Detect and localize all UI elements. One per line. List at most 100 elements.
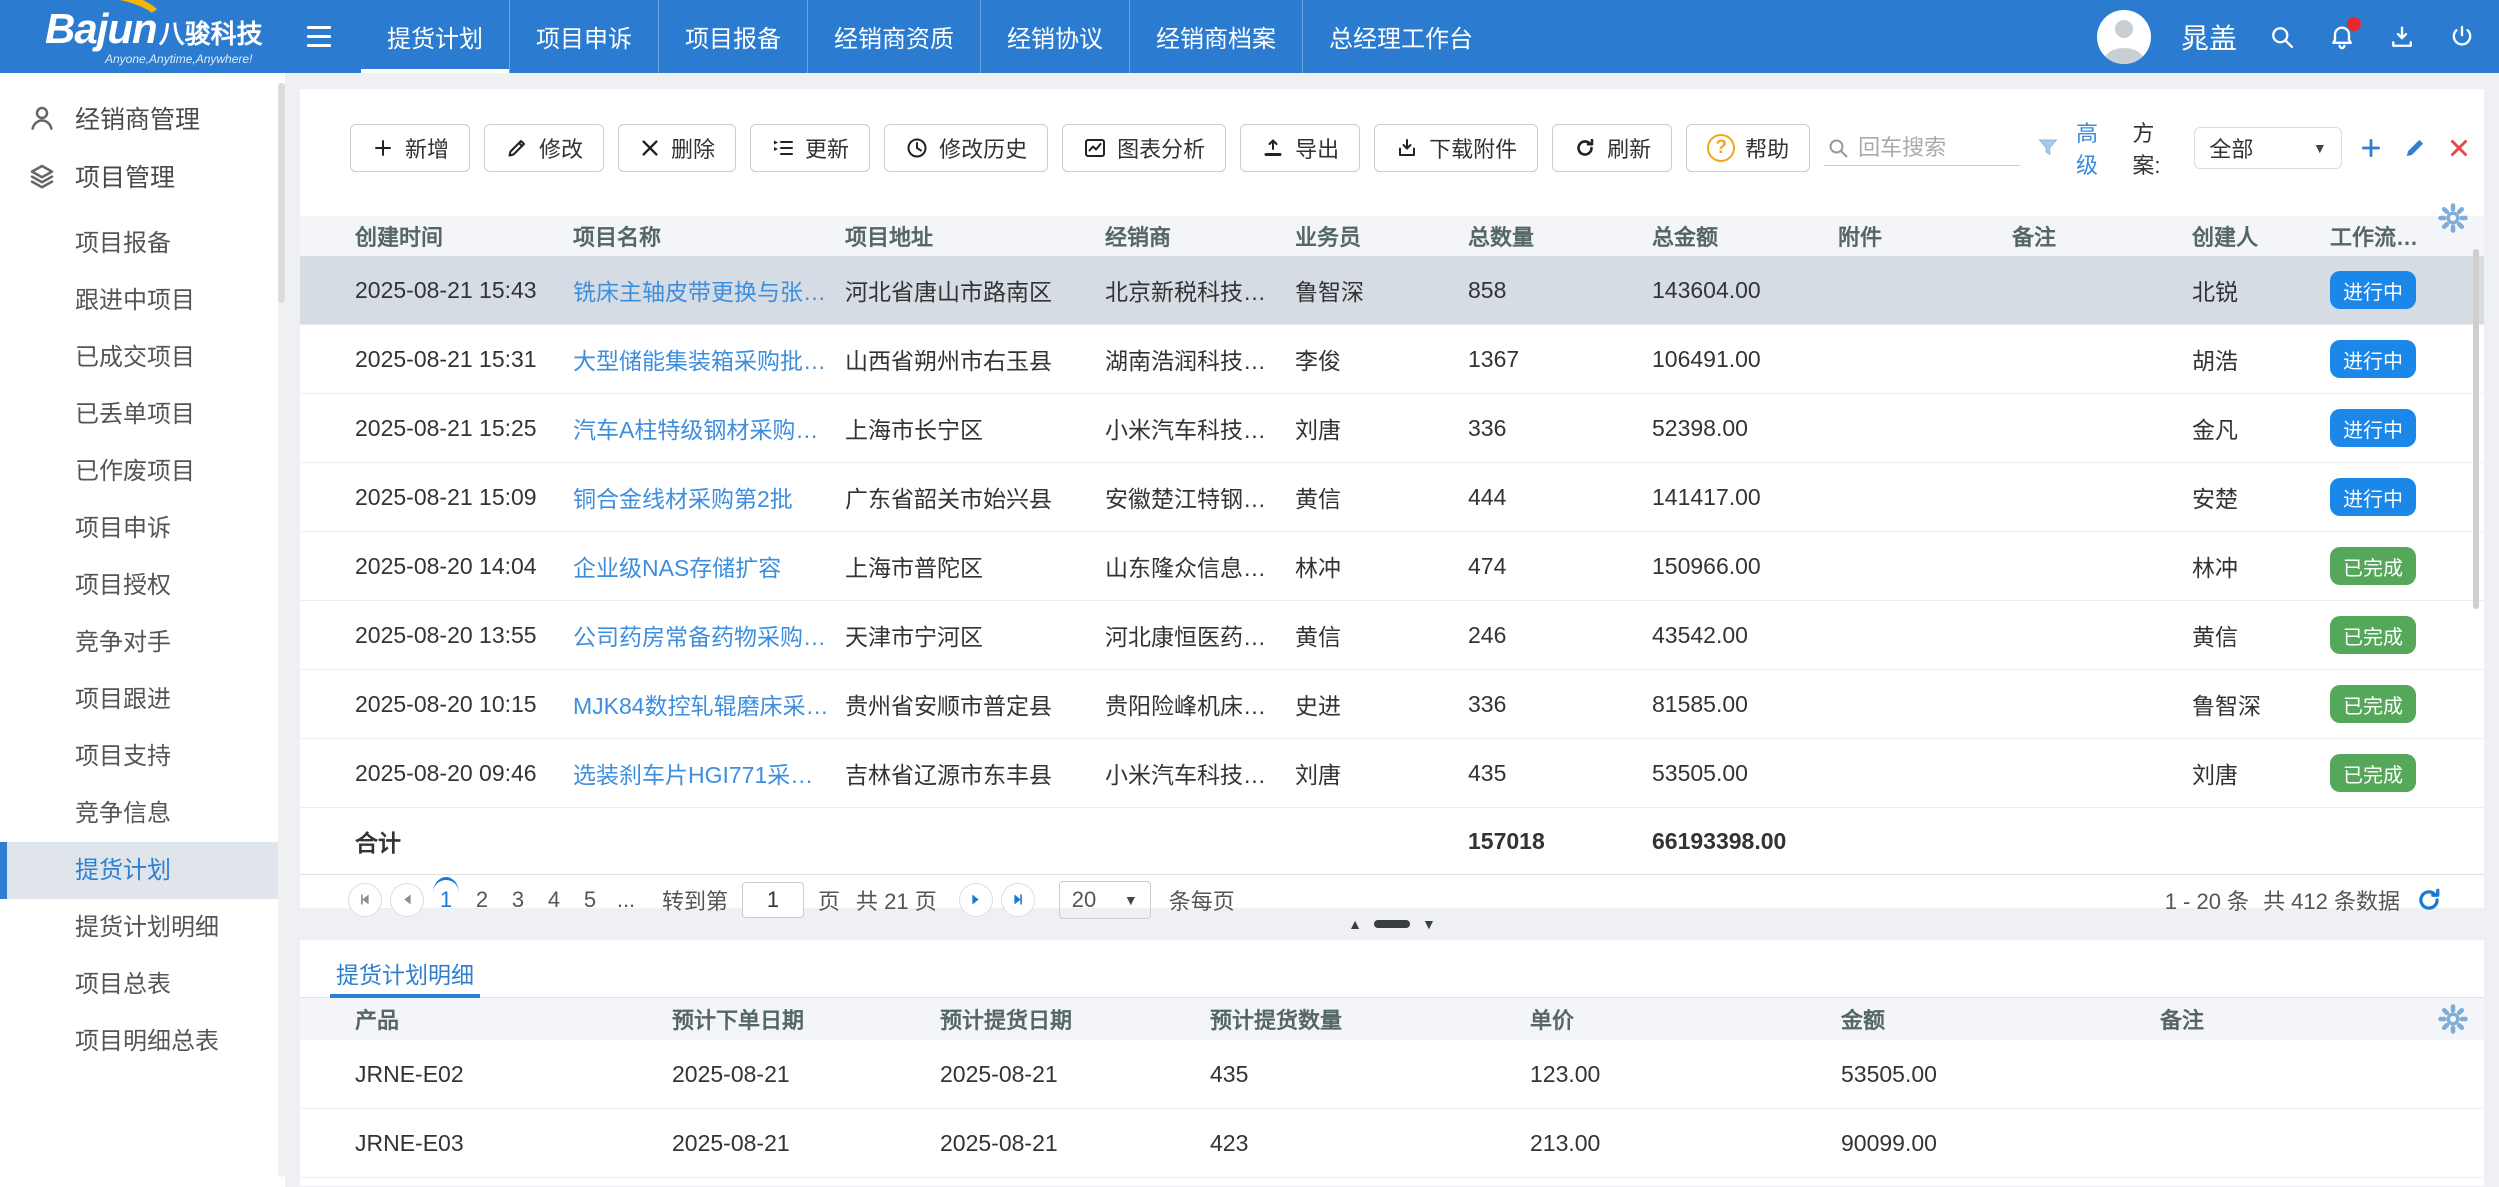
page-ellipsis[interactable]: ... <box>612 887 640 913</box>
table-row[interactable]: 2025-08-20 13:55 公司药房常备药物采购第1批 天津市宁河区 河北… <box>300 601 2484 670</box>
project-link[interactable]: 汽车A柱特级钢材采购第1批 <box>573 411 845 445</box>
edit-history-button[interactable]: 修改历史 <box>884 124 1048 172</box>
sidebar-item-lost-projects[interactable]: 已丢单项目 <box>0 386 285 443</box>
column-settings-gear-icon[interactable] <box>2436 201 2470 235</box>
table-row[interactable]: 2025-08-20 10:15 MJK84数控轧辊磨床采购... 贵州省安顺市… <box>300 670 2484 739</box>
search-icon[interactable] <box>2267 22 2297 52</box>
page-size-select[interactable]: 20 ▼ <box>1059 881 1151 919</box>
col-expected-pickup-qty[interactable]: 预计提货数量 <box>1210 1003 1530 1035</box>
tab-project-filing[interactable]: 项目报备 <box>658 0 807 73</box>
chart-analysis-button[interactable]: 图表分析 <box>1062 124 1226 172</box>
col-product[interactable]: 产品 <box>355 1003 672 1035</box>
delete-button[interactable]: 删除 <box>618 124 736 172</box>
col-note[interactable]: 备注 <box>2012 220 2192 252</box>
status-badge[interactable]: 已完成 <box>2330 547 2416 585</box>
delete-scheme-icon[interactable] <box>2445 133 2473 163</box>
col-total-qty[interactable]: 总数量 <box>1468 220 1652 252</box>
sidebar-item-project-appeal[interactable]: 项目申诉 <box>0 500 285 557</box>
project-link[interactable]: 铣床主轴皮带更换与张力... <box>573 273 845 307</box>
sidebar-group-project-mgmt[interactable]: 项目管理 <box>0 147 285 205</box>
tab-pickup-plan[interactable]: 提货计划 <box>361 0 509 73</box>
col-project-name[interactable]: 项目名称 <box>573 220 845 252</box>
col-expected-order-date[interactable]: 预计下单日期 <box>672 1003 940 1035</box>
last-page-button[interactable] <box>1001 883 1035 917</box>
prev-page-button[interactable] <box>390 883 424 917</box>
col-amount[interactable]: 金额 <box>1841 1003 2160 1035</box>
table-row[interactable]: 2025-08-21 15:43 铣床主轴皮带更换与张力... 河北省唐山市路南… <box>300 256 2484 325</box>
project-link[interactable]: 大型储能集装箱采购批1批 <box>573 342 845 376</box>
page-number[interactable]: 3 <box>504 887 532 913</box>
table-row[interactable]: 2025-08-20 09:46 选装刹车片HGI771采购第... 吉林省辽源… <box>300 739 2484 808</box>
sidebar-item-competitive-info[interactable]: 竞争信息 <box>0 785 285 842</box>
table-row[interactable]: 2025-08-21 15:25 汽车A柱特级钢材采购第1批 上海市长宁区 小米… <box>300 394 2484 463</box>
add-scheme-icon[interactable] <box>2358 133 2386 163</box>
col-unit-price[interactable]: 单价 <box>1530 1003 1841 1035</box>
sidebar-item-project-detail-table[interactable]: 项目明细总表 <box>0 1013 285 1070</box>
sidebar-item-project-support[interactable]: 项目支持 <box>0 728 285 785</box>
avatar[interactable] <box>2097 10 2151 64</box>
col-total-amount[interactable]: 总金额 <box>1652 220 1838 252</box>
table-row[interactable]: 2025-08-20 14:04 企业级NAS存储扩容 上海市普陀区 山东隆众信… <box>300 532 2484 601</box>
download-icon[interactable] <box>2387 22 2417 52</box>
project-link[interactable]: MJK84数控轧辊磨床采购... <box>573 687 845 721</box>
project-link[interactable]: 企业级NAS存储扩容 <box>573 549 845 583</box>
download-attachment-button[interactable]: 下载附件 <box>1374 124 1538 172</box>
help-button[interactable]: ? 帮助 <box>1686 124 1810 172</box>
status-badge[interactable]: 进行中 <box>2330 409 2416 447</box>
sidebar-item-project-master-table[interactable]: 项目总表 <box>0 956 285 1013</box>
page-number-current[interactable]: 1 <box>432 887 460 913</box>
next-page-button[interactable] <box>959 883 993 917</box>
col-salesperson[interactable]: 业务员 <box>1295 220 1468 252</box>
sidebar-item-project-followup[interactable]: 项目跟进 <box>0 671 285 728</box>
user-name[interactable]: 晁盖 <box>2181 17 2237 57</box>
sidebar-scrollbar[interactable] <box>278 83 285 1177</box>
detail-row[interactable]: JRNE-E02 2025-08-21 2025-08-21 435 123.0… <box>300 1040 2484 1109</box>
tab-project-appeal[interactable]: 项目申诉 <box>509 0 658 73</box>
export-button[interactable]: 导出 <box>1240 124 1360 172</box>
col-creator[interactable]: 创建人 <box>2192 220 2330 252</box>
search-input[interactable] <box>1858 135 2018 161</box>
status-badge[interactable]: 已完成 <box>2330 616 2416 654</box>
table-row[interactable]: 2025-08-21 15:09 铜合金线材采购第2批 广东省韶关市始兴县 安徽… <box>300 463 2484 532</box>
sidebar-item-project-filing[interactable]: 项目报备 <box>0 215 285 272</box>
table-row[interactable]: 2025-08-21 15:31 大型储能集装箱采购批1批 山西省朔州市右玉县 … <box>300 325 2484 394</box>
edit-button[interactable]: 修改 <box>484 124 604 172</box>
status-badge[interactable]: 进行中 <box>2330 271 2416 309</box>
status-badge[interactable]: 进行中 <box>2330 340 2416 378</box>
column-settings-gear-icon[interactable] <box>2436 1002 2470 1036</box>
edit-scheme-icon[interactable] <box>2401 133 2429 163</box>
tab-pickup-plan-detail[interactable]: 提货计划明细 <box>330 952 480 998</box>
sidebar-item-competitors[interactable]: 竞争对手 <box>0 614 285 671</box>
page-number[interactable]: 2 <box>468 887 496 913</box>
sidebar-item-voided-projects[interactable]: 已作废项目 <box>0 443 285 500</box>
tab-dealer-qualification[interactable]: 经销商资质 <box>807 0 980 73</box>
add-button[interactable]: 新增 <box>350 124 470 172</box>
col-project-address[interactable]: 项目地址 <box>845 220 1105 252</box>
sidebar-group-dealer-mgmt[interactable]: 经销商管理 <box>0 89 285 147</box>
scheme-select[interactable]: 全部 ▼ <box>2194 127 2341 169</box>
first-page-button[interactable] <box>348 883 382 917</box>
col-note[interactable]: 备注 <box>2160 1003 2444 1035</box>
col-created-time[interactable]: 创建时间 <box>355 220 573 252</box>
page-number[interactable]: 4 <box>540 887 568 913</box>
project-link[interactable]: 选装刹车片HGI771采购第... <box>573 756 845 790</box>
reload-icon[interactable] <box>2414 885 2444 915</box>
sidebar-item-project-authorization[interactable]: 项目授权 <box>0 557 285 614</box>
tab-gm-workbench[interactable]: 总经理工作台 <box>1302 0 1499 73</box>
sidebar-item-pickup-plan-detail[interactable]: 提货计划明细 <box>0 899 285 956</box>
tab-dealer-archive[interactable]: 经销商档案 <box>1129 0 1302 73</box>
project-link[interactable]: 公司药房常备药物采购第1批 <box>573 618 845 652</box>
refresh-button[interactable]: 刷新 <box>1552 124 1672 172</box>
notifications-bell-icon[interactable] <box>2327 22 2357 52</box>
goto-page-input[interactable] <box>742 882 804 918</box>
table-scrollbar[interactable] <box>2473 249 2479 609</box>
power-logout-icon[interactable] <box>2447 22 2477 52</box>
tab-distribution-agreement[interactable]: 经销协议 <box>980 0 1129 73</box>
status-badge[interactable]: 已完成 <box>2330 754 2416 792</box>
status-badge[interactable]: 进行中 <box>2330 478 2416 516</box>
project-link[interactable]: 铜合金线材采购第2批 <box>573 480 845 514</box>
col-workflow-status[interactable]: 工作流状态 <box>2330 220 2444 252</box>
sidebar-item-pickup-plan[interactable]: 提货计划 <box>0 842 285 899</box>
detail-row[interactable]: JRNE-E03 2025-08-21 2025-08-21 423 213.0… <box>300 1109 2484 1178</box>
update-button[interactable]: 更新 <box>750 124 870 172</box>
